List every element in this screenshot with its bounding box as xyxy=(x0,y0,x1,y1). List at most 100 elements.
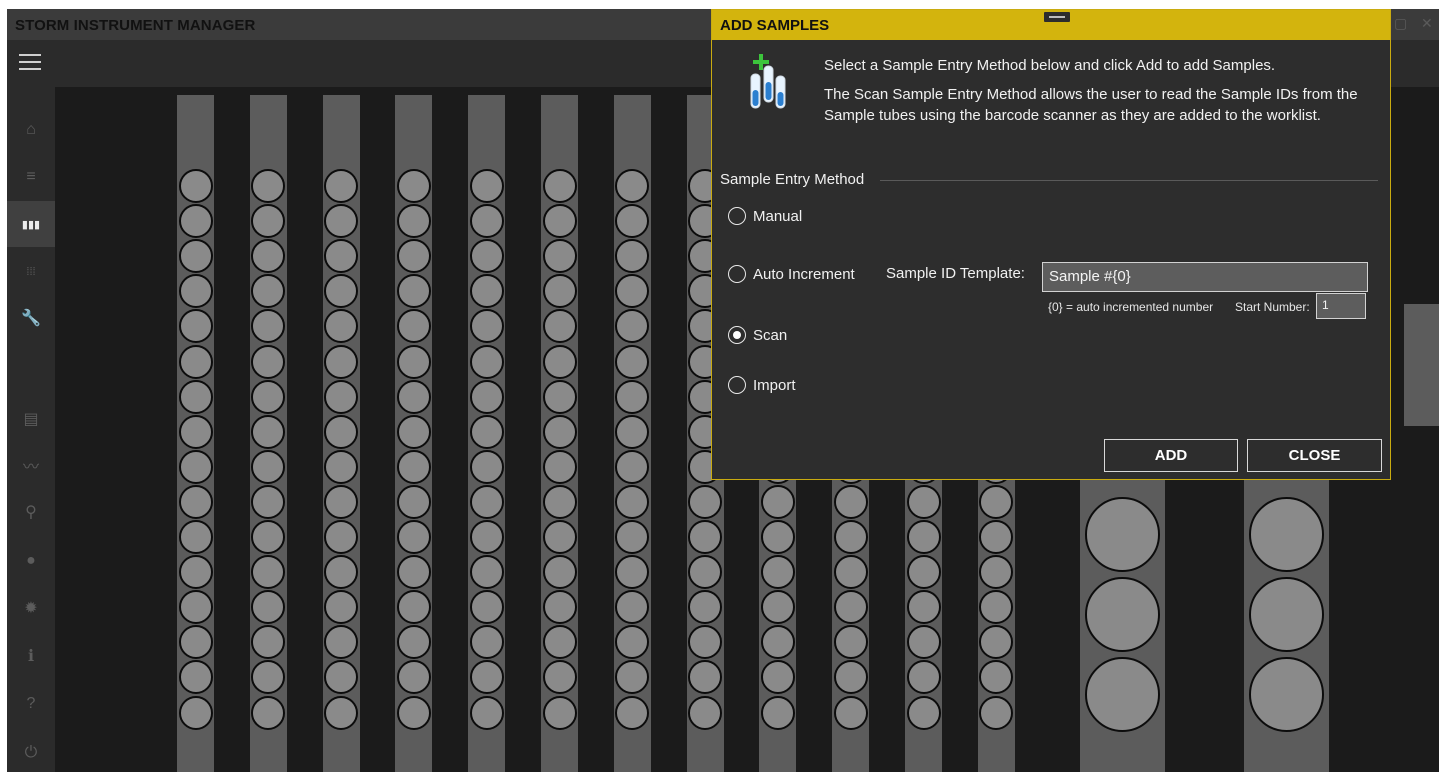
tube-position[interactable] xyxy=(251,379,286,414)
tube-position[interactable] xyxy=(906,625,941,660)
tube-position[interactable] xyxy=(251,695,286,730)
tube-rack[interactable] xyxy=(468,95,506,772)
tube-position[interactable] xyxy=(542,625,577,660)
nav-reports-icon[interactable]: ▤ xyxy=(7,396,55,442)
tube-position[interactable] xyxy=(396,414,431,449)
tube-position[interactable] xyxy=(251,169,286,203)
tube-position[interactable] xyxy=(251,204,286,239)
tube-position[interactable] xyxy=(469,520,504,554)
tube-position[interactable] xyxy=(542,484,577,519)
large-tube-position[interactable] xyxy=(1249,657,1324,732)
tube-position[interactable] xyxy=(615,449,650,484)
tube-rack[interactable] xyxy=(395,95,433,772)
tube-position[interactable] xyxy=(469,344,504,379)
tube-position[interactable] xyxy=(469,695,504,730)
tube-position[interactable] xyxy=(469,204,504,239)
tube-position[interactable] xyxy=(469,449,504,484)
tube-position[interactable] xyxy=(178,239,213,274)
tube-position[interactable] xyxy=(469,239,504,274)
tube-position[interactable] xyxy=(906,555,941,590)
tube-position[interactable] xyxy=(688,520,723,554)
large-tube-position[interactable] xyxy=(1085,577,1160,652)
tube-position[interactable] xyxy=(469,484,504,519)
tube-position[interactable] xyxy=(760,484,795,519)
tube-position[interactable] xyxy=(469,379,504,414)
tube-position[interactable] xyxy=(760,695,795,730)
close-button[interactable]: CLOSE xyxy=(1247,439,1382,472)
tube-position[interactable] xyxy=(615,379,650,414)
nav-help-icon[interactable]: ? xyxy=(7,681,55,727)
tube-position[interactable] xyxy=(178,520,213,554)
drag-handle-icon[interactable] xyxy=(1044,12,1070,22)
tube-position[interactable] xyxy=(542,309,577,344)
tube-position[interactable] xyxy=(251,449,286,484)
method-auto-increment-option[interactable]: Auto Increment xyxy=(728,265,855,283)
tube-position[interactable] xyxy=(615,484,650,519)
tube-position[interactable] xyxy=(615,344,650,379)
tube-position[interactable] xyxy=(688,555,723,590)
tube-position[interactable] xyxy=(251,274,286,309)
tube-position[interactable] xyxy=(469,414,504,449)
tube-position[interactable] xyxy=(542,414,577,449)
tube-position[interactable] xyxy=(833,695,868,730)
tube-position[interactable] xyxy=(396,484,431,519)
tube-position[interactable] xyxy=(688,484,723,519)
tube-position[interactable] xyxy=(324,660,359,695)
tube-position[interactable] xyxy=(979,555,1014,590)
tube-position[interactable] xyxy=(178,414,213,449)
tube-position[interactable] xyxy=(178,379,213,414)
tube-position[interactable] xyxy=(615,414,650,449)
tube-position[interactable] xyxy=(615,625,650,660)
tube-position[interactable] xyxy=(760,520,795,554)
tube-position[interactable] xyxy=(906,520,941,554)
tube-position[interactable] xyxy=(178,309,213,344)
tube-position[interactable] xyxy=(178,625,213,660)
large-tube-position[interactable] xyxy=(1085,657,1160,732)
method-manual-option[interactable]: Manual xyxy=(728,207,802,225)
tube-position[interactable] xyxy=(178,484,213,519)
tube-position[interactable] xyxy=(833,625,868,660)
tube-position[interactable] xyxy=(396,660,431,695)
nav-user-icon[interactable]: ● xyxy=(7,538,55,584)
tube-position[interactable] xyxy=(906,590,941,625)
tube-position[interactable] xyxy=(251,625,286,660)
tube-position[interactable] xyxy=(178,274,213,309)
tube-position[interactable] xyxy=(178,590,213,625)
tube-position[interactable] xyxy=(760,555,795,590)
tube-position[interactable] xyxy=(178,555,213,590)
close-window-icon[interactable]: ✕ xyxy=(1421,15,1433,32)
tube-rack[interactable] xyxy=(613,95,651,772)
large-tube-position[interactable] xyxy=(1249,577,1324,652)
tube-position[interactable] xyxy=(833,660,868,695)
tube-position[interactable] xyxy=(688,590,723,625)
tube-position[interactable] xyxy=(178,660,213,695)
start-number-input[interactable]: 1 xyxy=(1316,293,1366,319)
tube-position[interactable] xyxy=(251,660,286,695)
tube-position[interactable] xyxy=(469,660,504,695)
add-button[interactable]: ADD xyxy=(1104,439,1238,472)
tube-position[interactable] xyxy=(688,660,723,695)
tube-position[interactable] xyxy=(760,660,795,695)
tube-position[interactable] xyxy=(324,555,359,590)
tube-position[interactable] xyxy=(906,660,941,695)
tube-position[interactable] xyxy=(469,625,504,660)
tube-position[interactable] xyxy=(833,484,868,519)
tube-position[interactable] xyxy=(396,625,431,660)
tube-position[interactable] xyxy=(542,204,577,239)
tube-position[interactable] xyxy=(542,239,577,274)
nav-settings-icon[interactable]: ✹ xyxy=(7,585,55,631)
tube-position[interactable] xyxy=(615,660,650,695)
tube-position[interactable] xyxy=(396,695,431,730)
nav-info-icon[interactable]: ℹ xyxy=(7,633,55,679)
tube-position[interactable] xyxy=(615,239,650,274)
tube-position[interactable] xyxy=(760,625,795,660)
tube-position[interactable] xyxy=(615,309,650,344)
nav-maintenance-icon[interactable]: 🔧 xyxy=(7,295,55,341)
nav-chart-icon[interactable]: 〰 xyxy=(7,442,55,488)
method-scan-option[interactable]: Scan xyxy=(728,326,787,344)
tube-position[interactable] xyxy=(324,344,359,379)
tube-position[interactable] xyxy=(178,169,213,203)
tube-position[interactable] xyxy=(542,660,577,695)
tube-position[interactable] xyxy=(251,309,286,344)
tube-position[interactable] xyxy=(251,414,286,449)
